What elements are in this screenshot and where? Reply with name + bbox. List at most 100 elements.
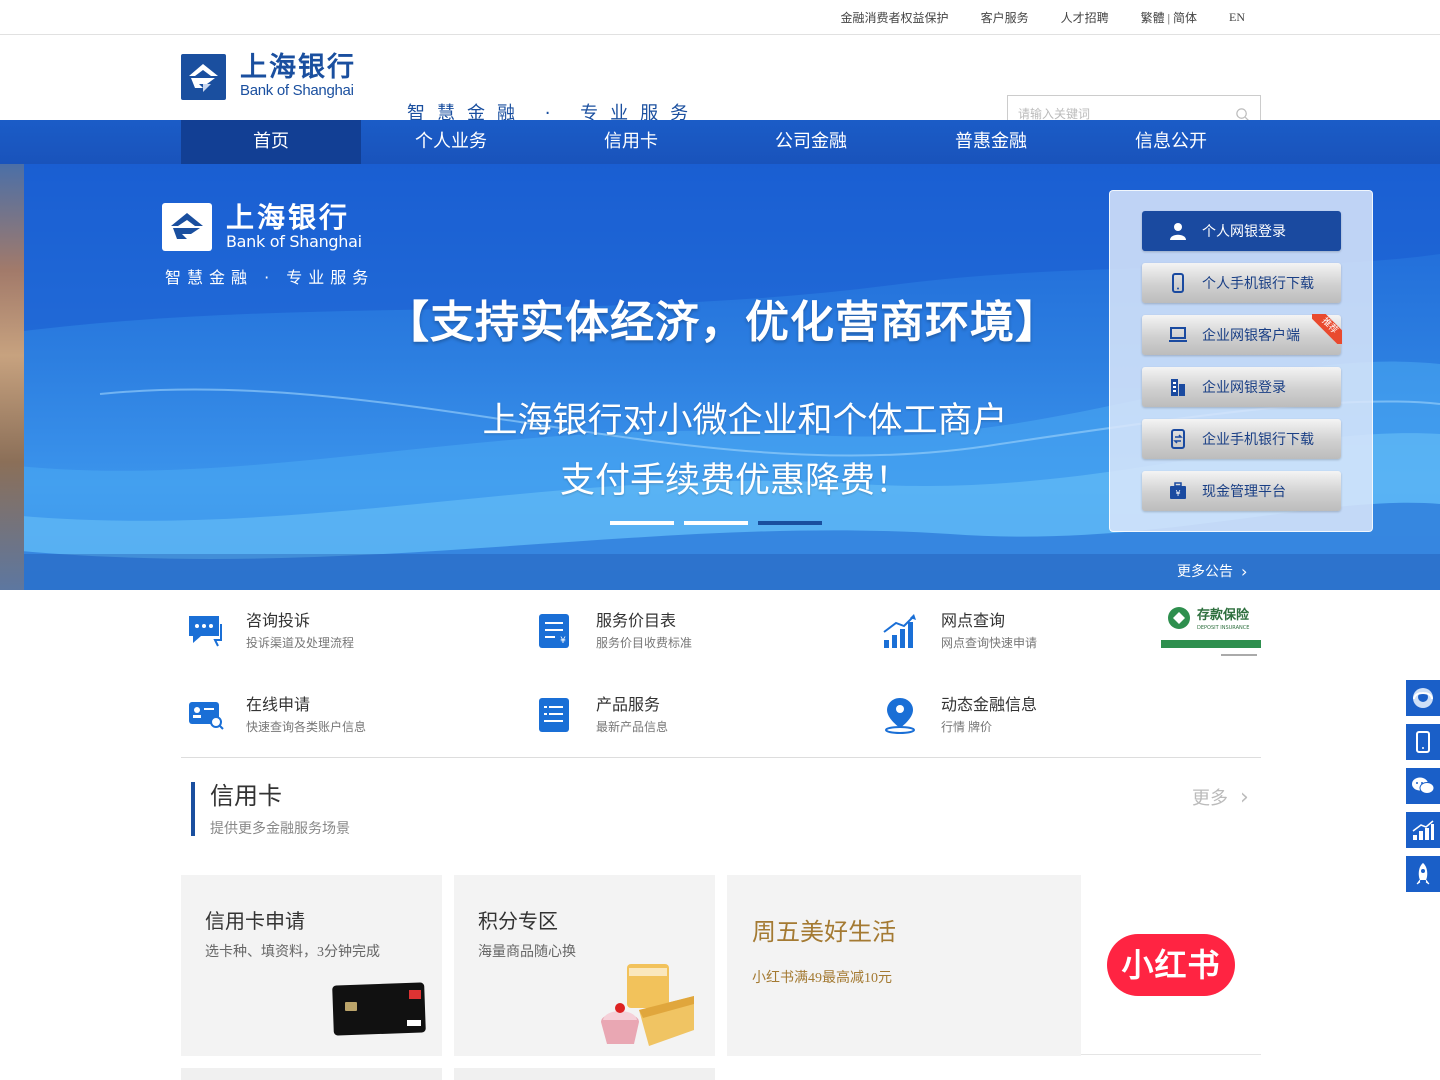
trend-chart-icon	[1412, 820, 1434, 840]
card-credit-card-apply[interactable]: 信用卡申请 选卡种、填资料，3分钟完成	[181, 875, 442, 1056]
id-card-search-icon	[189, 702, 224, 730]
price-list-icon: ¥	[539, 614, 569, 648]
top-link-careers[interactable]: 人才招聘	[1061, 9, 1109, 26]
recommended-badge: 推荐	[1312, 314, 1342, 344]
svg-text:存款保险: 存款保险	[1197, 607, 1250, 623]
service-title: 产品服务	[596, 695, 661, 714]
top-link-language-cn[interactable]: 繁體 | 简体	[1141, 9, 1197, 26]
corporate-ebanking-client-button[interactable]: 企业网银客户端 推荐	[1142, 314, 1342, 355]
wechat-icon	[1412, 777, 1435, 794]
card-subtitle: 小红书满49最高减10元	[752, 971, 892, 986]
rocket-icon	[1416, 863, 1430, 885]
card-title: 积分专区	[478, 909, 558, 933]
chevron-right-icon: ›	[1241, 561, 1248, 581]
logo-name-en: Bank of Shanghai	[240, 82, 354, 99]
card-divider	[1081, 1054, 1261, 1055]
top-link-customer-service[interactable]: 客户服务	[981, 9, 1029, 26]
nav-item-disclosure[interactable]: 信息公开	[1081, 120, 1261, 164]
float-wechat-button[interactable]	[1406, 768, 1440, 804]
logo-name-cn: 上海银行	[240, 52, 356, 83]
float-back-to-top-button[interactable]	[1406, 856, 1440, 892]
top-utility-bar: 金融消费者权益保护 客户服务 人才招聘 繁體 | 简体 EN	[0, 0, 1440, 35]
credit-card-image	[332, 982, 426, 1036]
service-financial-info[interactable]: 动态金融信息 行情 牌价	[876, 674, 1176, 734]
chat-bubble-icon	[189, 616, 222, 647]
nav-item-personal[interactable]: 个人业务	[361, 120, 541, 164]
service-price-list[interactable]: ¥ 服务价目表 服务价目收费标准	[531, 590, 831, 650]
card-friday-good-life[interactable]: 周五美好生活 小红书满49最高减10元	[727, 875, 1081, 1056]
deposit-insurance-icon: 存款保险 DEPOSIT INSURANCE	[1161, 607, 1261, 656]
user-icon	[1170, 223, 1186, 240]
corporate-ebanking-login-button[interactable]: 企业网银登录	[1142, 367, 1341, 407]
section-subtitle: 提供更多金融服务场景	[210, 821, 350, 837]
float-market-button[interactable]	[1406, 812, 1440, 848]
button-label: 企业网银登录	[1202, 380, 1286, 396]
cash-briefcase-icon: ¥	[1170, 482, 1186, 499]
personal-mobile-banking-download-button[interactable]: 个人手机银行下载	[1142, 263, 1341, 303]
top-link-consumer-protection[interactable]: 金融消费者权益保护	[841, 9, 949, 26]
bar-chart-icon	[883, 614, 916, 648]
dessert-image	[601, 964, 694, 1046]
service-branch-search[interactable]: 网点查询 网点查询快速申请	[876, 590, 1176, 650]
card-title: 信用卡申请	[205, 909, 305, 933]
banner-slogan: 智慧金融 · 专业服务	[165, 268, 375, 287]
nav-item-credit-card[interactable]: 信用卡	[541, 120, 721, 164]
bank-logo[interactable]: 上海银行 Bank of Shanghai	[181, 54, 356, 100]
credit-card-more-link[interactable]: 更多 ›	[1192, 784, 1249, 810]
carousel-dot-2[interactable]	[684, 521, 748, 525]
chevron-right-icon: ›	[1240, 784, 1249, 810]
service-subtitle: 投诉渠道及处理流程	[246, 636, 355, 650]
carousel-indicators	[610, 521, 822, 525]
nav-item-home[interactable]: 首页	[181, 120, 361, 164]
float-customer-service-button[interactable]	[1406, 680, 1440, 716]
banner-logo: 上海银行 Bank of Shanghai	[162, 203, 362, 251]
more-notices-label: 更多公告	[1177, 564, 1233, 580]
button-label: 现金管理平台	[1202, 484, 1286, 500]
corporate-mobile-banking-download-button[interactable]: 企业手机银行下载	[1142, 419, 1341, 459]
nav-item-inclusive-finance[interactable]: 普惠金融	[901, 120, 1081, 164]
service-title: 在线申请	[246, 695, 311, 714]
main-nav: 首页 个人业务 信用卡 公司金融 普惠金融 信息公开	[0, 120, 1440, 164]
button-label: 企业手机银行下载	[1202, 432, 1314, 448]
service-products[interactable]: 产品服务 最新产品信息	[531, 674, 831, 734]
top-links: 金融消费者权益保护 客户服务 人才招聘 繁體 | 简体 EN	[809, 0, 1245, 35]
service-avatar-icon	[1413, 688, 1433, 708]
location-pin-icon	[885, 698, 915, 734]
mobile-icon	[1416, 731, 1430, 753]
banner-logo-name-cn: 上海银行	[226, 201, 351, 234]
svg-text:¥: ¥	[1175, 489, 1180, 498]
credit-card-section-header: 信用卡 提供更多金融服务场景	[191, 782, 350, 837]
bank-logo-icon	[181, 54, 226, 100]
cash-management-platform-button[interactable]: ¥ 现金管理平台	[1142, 471, 1341, 511]
service-subtitle: 快速查询各类账户信息	[246, 720, 367, 734]
more-label: 更多	[1192, 788, 1228, 809]
carousel-dot-3[interactable]	[758, 521, 822, 525]
service-consult-complaint[interactable]: 咨询投诉 投诉渠道及处理流程	[181, 590, 481, 650]
ebanking-login-panel: 个人网银登录 个人手机银行下载 企业网银客户端 推荐 企业网银登录 企业手机银行…	[1109, 190, 1373, 532]
service-subtitle: 行情 牌价	[941, 720, 993, 734]
site-header: 上海银行 Bank of Shanghai 智慧金融 · 专业服务	[0, 35, 1440, 133]
carousel-dot-1[interactable]	[610, 521, 674, 525]
building-icon	[1171, 379, 1185, 396]
card-points-zone[interactable]: 积分专区 海量商品随心换	[454, 875, 715, 1056]
button-label: 个人手机银行下载	[1202, 276, 1314, 292]
service-subtitle: 网点查询快速申请	[941, 636, 1038, 650]
button-label: 企业网银客户端	[1202, 328, 1300, 344]
card-title: 周五美好生活	[752, 918, 896, 946]
section-title: 信用卡	[210, 782, 282, 810]
service-online-apply[interactable]: 在线申请 快速查询各类账户信息	[181, 674, 481, 734]
xiaohongshu-logo[interactable]: 小红书	[1107, 934, 1235, 996]
product-list-icon	[539, 698, 569, 732]
top-link-english[interactable]: EN	[1229, 10, 1245, 25]
float-mobile-button[interactable]	[1406, 724, 1440, 760]
card-subtitle: 选卡种、填资料，3分钟完成	[205, 945, 380, 960]
computer-icon	[1169, 327, 1187, 342]
deposit-insurance-logo[interactable]: 存款保险 DEPOSIT INSURANCE	[1161, 604, 1261, 660]
service-subtitle: 服务价目收费标准	[596, 636, 693, 650]
personal-ebanking-login-button[interactable]: 个人网银登录	[1142, 211, 1341, 251]
card-subtitle: 海量商品随心换	[478, 945, 576, 960]
more-notices-link[interactable]: 更多公告 ›	[1177, 561, 1247, 581]
banner-logo-icon	[162, 203, 212, 251]
nav-item-corporate[interactable]: 公司金融	[721, 120, 901, 164]
card-row-2-partial	[454, 1068, 715, 1080]
